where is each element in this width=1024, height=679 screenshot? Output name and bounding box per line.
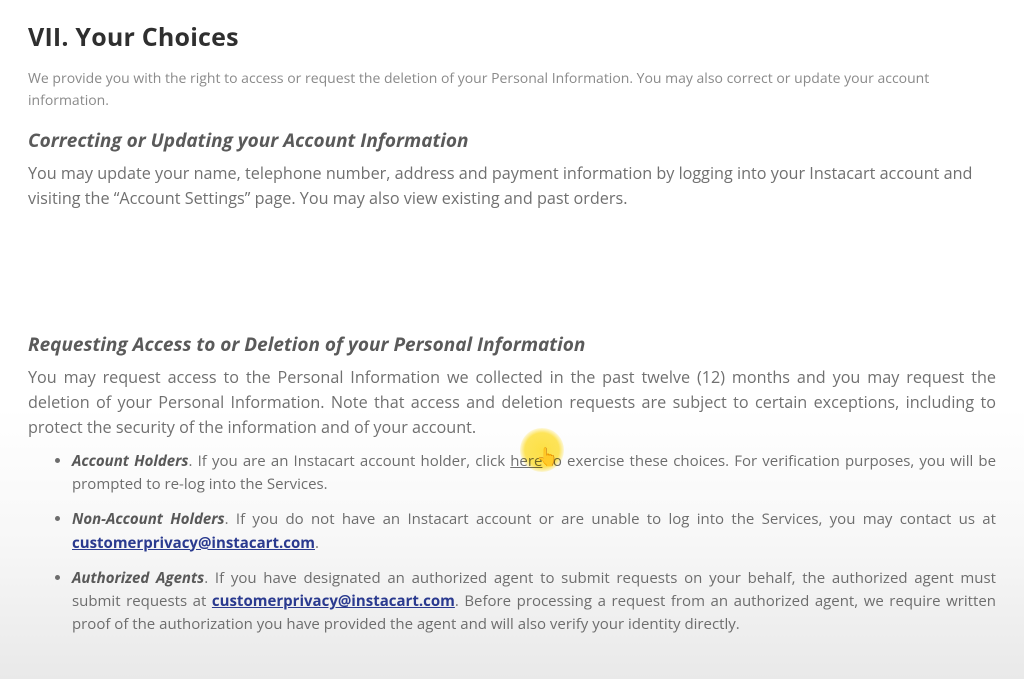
bullet-text: . If you do not have an Instacart accoun… (225, 509, 996, 529)
list-item: Non-Account Holders. If you do not have … (72, 508, 996, 555)
bullet-lead-non-account: Non-Account Holders (72, 509, 225, 529)
intro-paragraph: We provide you with the right to access … (28, 68, 996, 111)
email-link[interactable]: customerprivacy@instacart.com (212, 591, 455, 611)
document-page: VII. Your Choices We provide you with th… (0, 0, 1024, 679)
list-item: Account Holders. If you are an Instacart… (72, 450, 996, 497)
bullet-text: . If you are an Instacart account holder… (189, 451, 511, 471)
bullet-list: Account Holders. If you are an Instacart… (28, 450, 996, 637)
page-title: VII. Your Choices (28, 20, 996, 54)
section-body-requesting: You may request access to the Personal I… (28, 365, 996, 440)
spacer (28, 220, 996, 315)
bullet-lead-account-holders: Account Holders (72, 451, 189, 471)
list-item: Authorized Agents. If you have designate… (72, 567, 996, 637)
bullet-lead-authorized-agents: Authorized Agents (72, 568, 204, 588)
bullet-text: . (315, 533, 319, 553)
section-heading-requesting: Requesting Access to or Deletion of your… (28, 331, 996, 357)
exercise-choices-link[interactable]: here (510, 451, 542, 471)
email-link[interactable]: customerprivacy@instacart.com (72, 533, 315, 553)
section-heading-correcting: Correcting or Updating your Account Info… (28, 127, 996, 153)
section-body-correcting: You may update your name, telephone numb… (28, 161, 996, 211)
